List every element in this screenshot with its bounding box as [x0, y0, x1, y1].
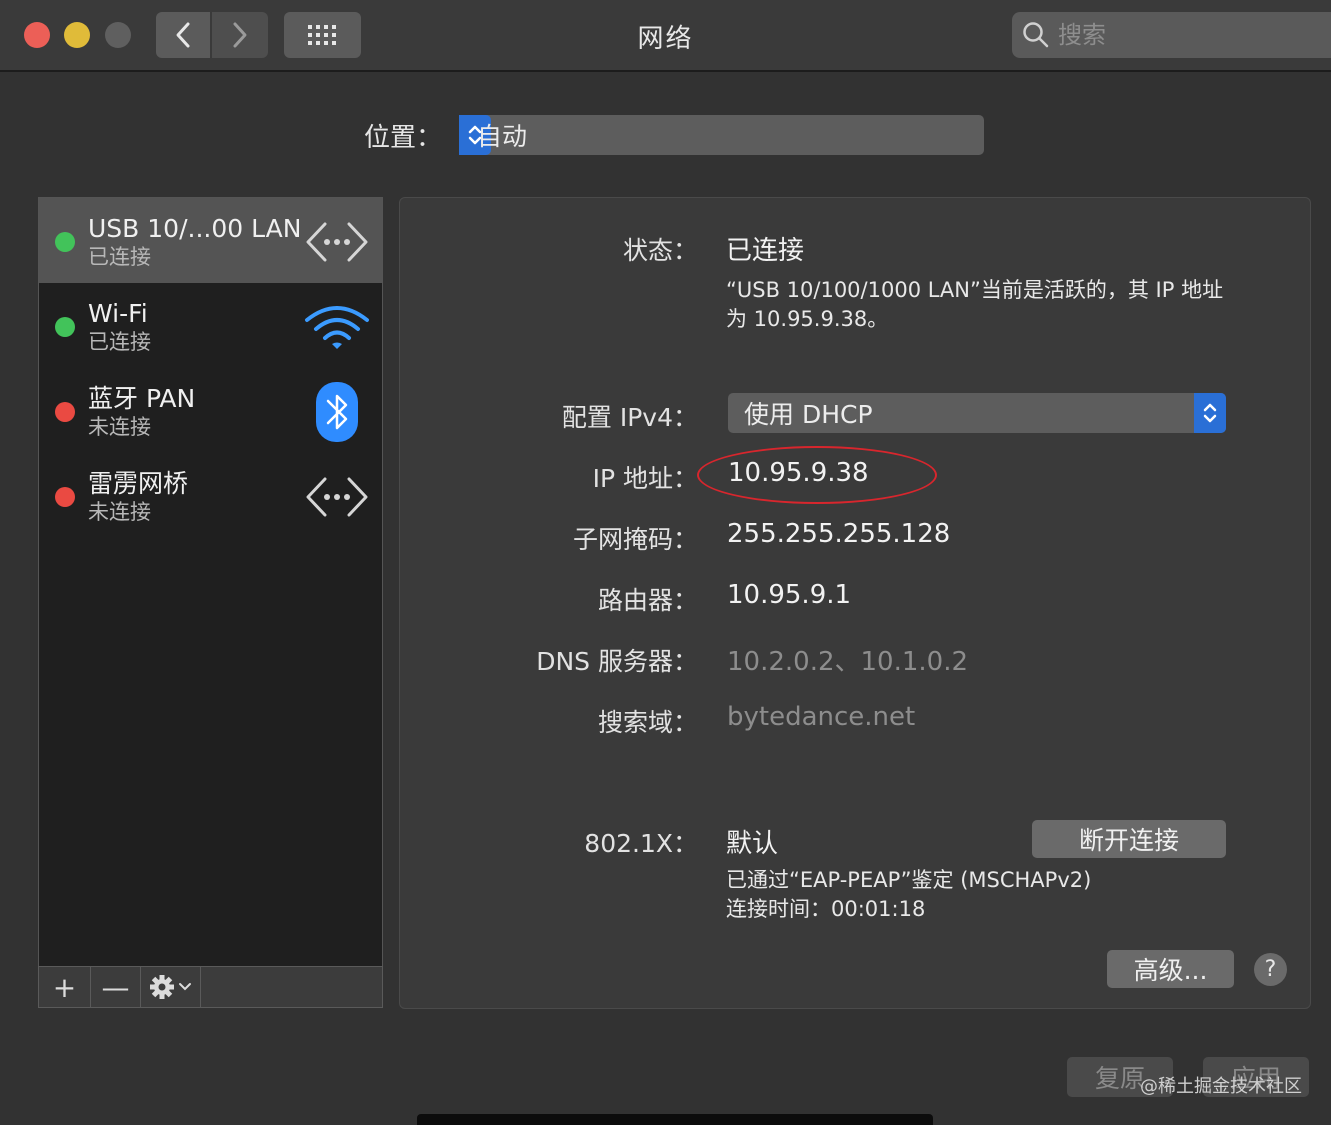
advanced-button[interactable]: 高级... — [1107, 950, 1234, 988]
search-domain-value: bytedance.net — [727, 702, 916, 732]
status-value: 已连接 — [726, 236, 805, 266]
service-status: 已连接 — [88, 245, 151, 269]
service-item-wifi[interactable]: Wi-Fi 已连接 — [39, 283, 382, 368]
bluetooth-icon — [304, 382, 370, 442]
bottom-edge — [417, 1114, 933, 1125]
gear-icon — [149, 975, 191, 999]
service-name: 蓝牙 PAN — [88, 384, 196, 413]
ipv4-config-value: 使用 DHCP — [744, 400, 873, 429]
remove-service-button[interactable]: — — [91, 967, 141, 1007]
ethernet-icon — [304, 467, 370, 527]
status-dot — [55, 232, 75, 252]
status-dot — [55, 317, 75, 337]
connect-time: 连接时间：00:01:18 — [726, 897, 926, 921]
ipv4-config-label: 配置 IPv4： — [561, 403, 698, 432]
service-name: Wi-Fi — [88, 299, 148, 328]
status-dot — [55, 487, 75, 507]
service-name: USB 10/...00 LAN — [88, 214, 302, 243]
location-select[interactable]: 自动 — [459, 115, 984, 155]
search-field[interactable] — [1012, 12, 1331, 58]
location-value: 自动 — [477, 122, 528, 151]
status-dot — [55, 402, 75, 422]
add-service-button[interactable]: + — [39, 967, 91, 1007]
service-list[interactable]: USB 10/...00 LAN 已连接 Wi-Fi 已连接 蓝牙 PAN 未连… — [38, 197, 383, 967]
service-list-toolbar: + — — [38, 966, 383, 1008]
service-status: 未连接 — [88, 415, 151, 439]
router-value: 10.95.9.1 — [727, 580, 852, 610]
subnet-mask-value: 255.255.255.128 — [727, 519, 951, 549]
disconnect-button[interactable]: 断开连接 — [1032, 820, 1226, 858]
title-bar: 网络 — [0, 0, 1331, 72]
subnet-mask-label: 子网掩码： — [572, 525, 698, 554]
service-item-thunderbolt-bridge[interactable]: 雷雳网桥 未连接 — [39, 453, 382, 538]
service-item-usb-lan[interactable]: USB 10/...00 LAN 已连接 — [39, 198, 382, 283]
search-domain-label: 搜索域： — [597, 708, 698, 737]
service-item-bluetooth-pan[interactable]: 蓝牙 PAN 未连接 — [39, 368, 382, 453]
status-description: “USB 10/100/1000 LAN”当前是活跃的，其 IP 地址为 10.… — [726, 278, 1224, 331]
service-status: 未连接 — [88, 500, 151, 524]
ip-address-label: IP 地址： — [592, 464, 698, 493]
dns-server-value: 10.2.0.2、10.1.0.2 — [727, 647, 969, 677]
location-label: 位置： — [364, 123, 443, 153]
ethernet-icon — [304, 212, 370, 272]
auth-description: 已通过“EAP-PEAP”鉴定 (MSCHAPv2) — [726, 868, 1092, 892]
dns-server-label: DNS 服务器： — [536, 647, 698, 676]
router-label: 路由器： — [597, 586, 698, 615]
help-button[interactable]: ? — [1254, 953, 1287, 986]
dot1x-label: 802.1X： — [584, 829, 698, 858]
service-name: 雷雳网桥 — [88, 469, 189, 498]
watermark-text: @稀土掘金技术社区 — [1140, 1076, 1302, 1097]
gear-menu-button[interactable] — [141, 967, 201, 1007]
service-status: 已连接 — [88, 330, 151, 354]
search-input[interactable] — [1058, 21, 1318, 49]
highlight-ellipse — [697, 446, 937, 504]
status-label: 状态： — [622, 236, 698, 265]
wifi-icon — [304, 297, 370, 357]
updown-stepper-icon — [1194, 393, 1226, 433]
ipv4-config-select[interactable]: 使用 DHCP — [728, 393, 1226, 433]
search-icon — [1023, 22, 1049, 48]
dot1x-value: 默认 — [726, 829, 779, 859]
